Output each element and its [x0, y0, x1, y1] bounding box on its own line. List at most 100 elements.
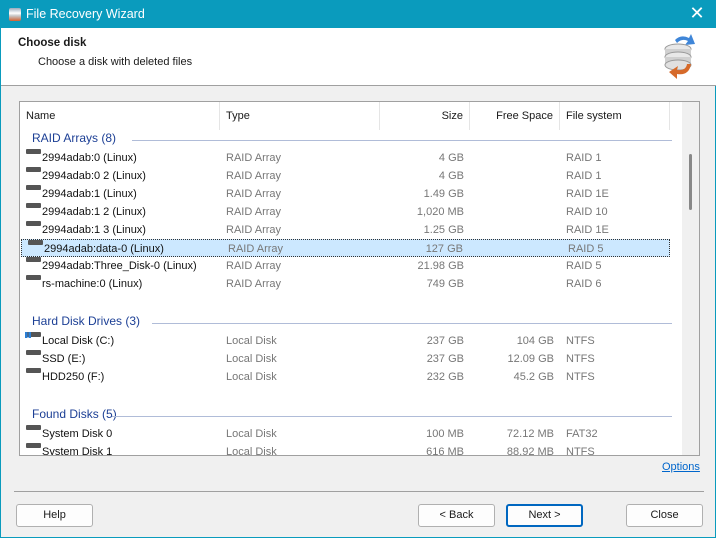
- disk-icon: [26, 185, 41, 190]
- disk-row[interactable]: SSD (E:) Local Disk 237 GB 12.09 GB NTFS: [20, 350, 670, 368]
- disk-name: System Disk 0: [42, 428, 113, 440]
- disk-name: System Disk 1: [42, 446, 113, 456]
- disk-row[interactable]: 2994adab:0 2 (Linux) RAID Array 4 GB RAID 1: [20, 167, 670, 185]
- disk-file-system: NTFS: [566, 446, 595, 456]
- disk-type: RAID Array: [226, 206, 282, 218]
- disk-name: SSD (E:): [42, 353, 86, 365]
- disk-icon: [28, 240, 43, 245]
- close-window-button[interactable]: ✕: [685, 3, 709, 24]
- disk-row[interactable]: System Disk 1 Local Disk 616 MB 88.92 MB NTF…: [20, 443, 670, 456]
- disk-icon: [26, 368, 41, 373]
- disk-name: 2994adab:1 (Linux): [42, 188, 137, 200]
- disk-type: Local Disk: [226, 446, 277, 456]
- disk-type: Local Disk: [226, 371, 277, 383]
- help-button[interactable]: Help: [16, 504, 93, 527]
- group-divider: [152, 323, 672, 324]
- disk-file-system: RAID 5: [566, 260, 602, 272]
- disk-icon: [26, 221, 41, 226]
- group-divider: [112, 416, 672, 417]
- wizard-header: Choose disk Choose a disk with deleted f…: [1, 28, 716, 86]
- column-header-free-space[interactable]: Free Space: [470, 102, 560, 130]
- disk-file-system: RAID 6: [566, 278, 602, 290]
- disk-free-space: 45.2 GB: [513, 371, 554, 383]
- disk-icon: [26, 443, 41, 448]
- disk-file-system: RAID 1: [566, 170, 602, 182]
- vertical-scrollbar[interactable]: [682, 102, 699, 455]
- disk-size: 4 GB: [438, 152, 464, 164]
- disk-row[interactable]: System Disk 0 Local Disk 100 MB 72.12 MB FAT…: [20, 425, 670, 443]
- disk-name: 2994adab:0 (Linux): [42, 152, 137, 164]
- disk-size: 1.25 GB: [423, 224, 464, 236]
- disk-size: 127 GB: [425, 243, 463, 255]
- disk-type: RAID Array: [226, 224, 282, 236]
- disk-row[interactable]: rs-machine:0 (Linux) RAID Array 749 GB RAID…: [20, 275, 670, 293]
- disk-icon: [26, 203, 41, 208]
- disk-list[interactable]: Name Type Size Free Space File system RA…: [19, 101, 700, 456]
- disk-row[interactable]: Local Disk (C:) Local Disk 237 GB 104 GB NTF…: [20, 332, 670, 350]
- disk-name: Local Disk (C:): [42, 335, 115, 347]
- disk-type: RAID Array: [226, 260, 282, 272]
- disk-file-system: RAID 1: [566, 152, 602, 164]
- disk-row[interactable]: HDD250 (F:) Local Disk 232 GB 45.2 GB NTFS: [20, 368, 670, 386]
- disk-row[interactable]: 2994adab:1 2 (Linux) RAID Array 1,020 MB RA…: [20, 203, 670, 221]
- disk-size: 1.49 GB: [423, 188, 464, 200]
- disk-free-space: 12.09 GB: [507, 353, 554, 365]
- disk-size: 232 GB: [426, 371, 464, 383]
- disk-size: 21.98 GB: [417, 260, 464, 272]
- disk-name: 2994adab:data-0 (Linux): [44, 243, 164, 255]
- disk-size: 100 MB: [426, 428, 464, 440]
- disk-name: rs-machine:0 (Linux): [42, 278, 143, 290]
- disk-row[interactable]: 2994adab:Three_Disk-0 (Linux) RAID Array 2…: [20, 257, 670, 275]
- column-header-size[interactable]: Size: [380, 102, 470, 130]
- disk-type: RAID Array: [228, 243, 284, 255]
- disk-file-system: NTFS: [566, 371, 595, 383]
- next-button[interactable]: Next >: [506, 504, 583, 527]
- group-header: Hard Disk Drives (3): [32, 314, 672, 330]
- disk-file-system: RAID 5: [568, 243, 604, 255]
- disk-name: 2994adab:Three_Disk-0 (Linux): [42, 260, 197, 272]
- group-label: Found Disks (5): [32, 407, 117, 421]
- disk-size: 237 GB: [426, 353, 464, 365]
- disk-file-system: NTFS: [566, 335, 595, 347]
- group-label: RAID Arrays (8): [32, 131, 117, 145]
- options-link[interactable]: Options: [662, 461, 700, 473]
- disk-row[interactable]: 2994adab:1 (Linux) RAID Array 1.49 GB RAID …: [20, 185, 670, 203]
- disk-type: Local Disk: [226, 335, 277, 347]
- disk-type: RAID Array: [226, 152, 282, 164]
- disk-row[interactable]: 2994adab:0 (Linux) RAID Array 4 GB RAID 1: [20, 149, 670, 167]
- app-icon: [9, 8, 21, 21]
- disk-icon: [26, 167, 41, 172]
- back-button[interactable]: < Back: [418, 504, 495, 527]
- disk-size: 4 GB: [438, 170, 464, 182]
- disk-file-system: FAT32: [566, 428, 598, 440]
- disk-size: 616 MB: [426, 446, 464, 456]
- column-header-file-system[interactable]: File system: [560, 102, 670, 130]
- disk-size: 237 GB: [426, 335, 464, 347]
- disk-file-system: RAID 1E: [566, 188, 609, 200]
- disk-size: 749 GB: [426, 278, 464, 290]
- scrollbar-thumb[interactable]: [689, 154, 692, 210]
- group-divider: [132, 140, 672, 141]
- disk-type: RAID Array: [226, 278, 282, 290]
- disk-free-space: 104 GB: [516, 335, 554, 347]
- disk-icon: [26, 425, 41, 430]
- disk-type: RAID Array: [226, 188, 282, 200]
- group-header: Found Disks (5): [32, 407, 672, 423]
- column-header-name[interactable]: Name: [20, 102, 220, 130]
- disk-file-system: NTFS: [566, 353, 595, 365]
- disk-icon: [26, 350, 41, 355]
- disk-free-space: 72.12 MB: [506, 428, 554, 440]
- title-bar: File Recovery Wizard ✕: [1, 1, 716, 28]
- disk-free-space: 88.92 MB: [506, 446, 554, 456]
- group-label: Hard Disk Drives (3): [32, 314, 141, 328]
- disk-file-system: RAID 1E: [566, 224, 609, 236]
- close-button[interactable]: Close: [626, 504, 703, 527]
- disk-name: HDD250 (F:): [42, 371, 105, 383]
- column-header-type[interactable]: Type: [220, 102, 380, 130]
- disk-recovery-logo-icon: [664, 34, 695, 79]
- disk-row[interactable]: 2994adab:1 3 (Linux) RAID Array 1.25 GB RAI…: [20, 221, 670, 239]
- page-title: Choose disk: [18, 37, 87, 49]
- disk-row[interactable]: 2994adab:data-0 (Linux) RAID Array 127 GB R…: [21, 239, 670, 257]
- disk-name: 2994adab:0 2 (Linux): [42, 170, 146, 182]
- disk-icon: [26, 275, 41, 280]
